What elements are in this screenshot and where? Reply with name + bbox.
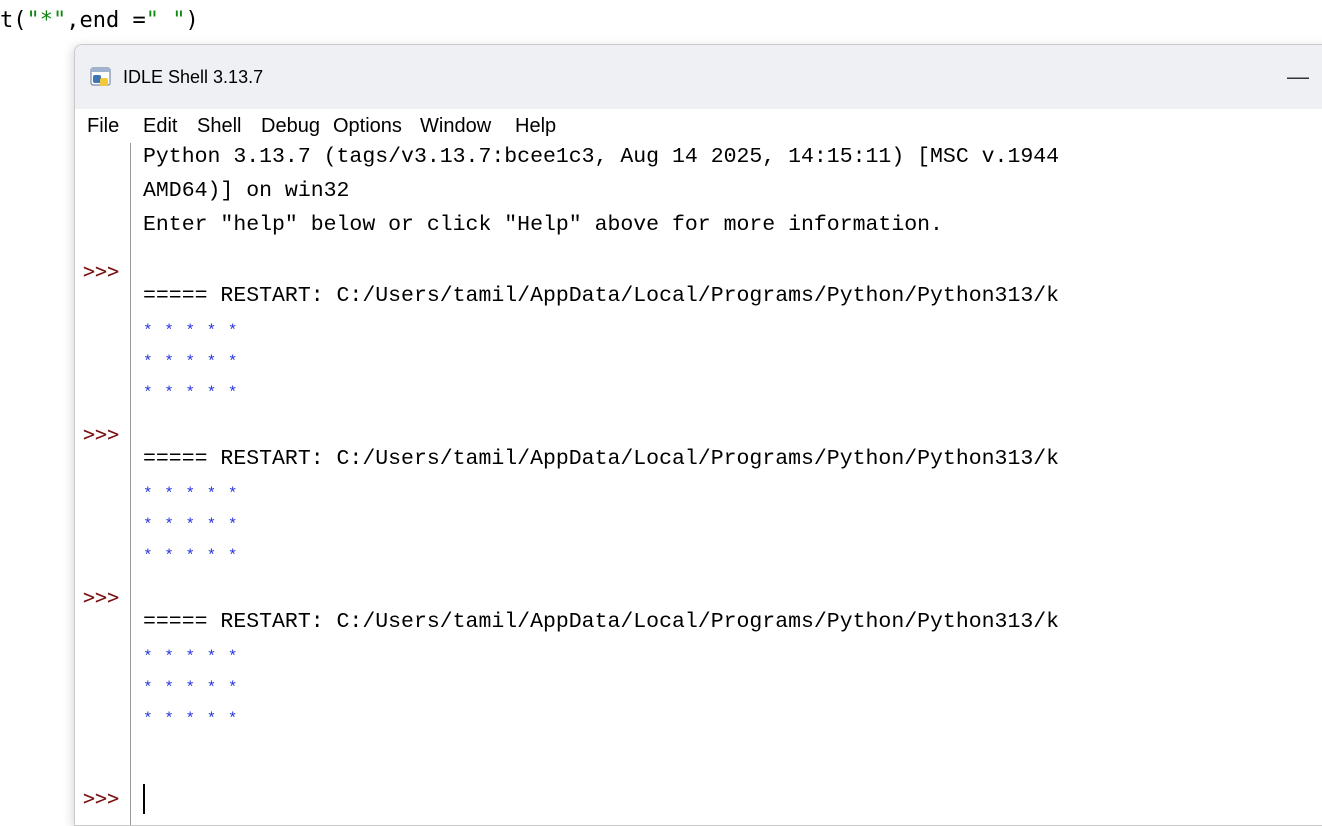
output-line: * * * * * <box>143 384 239 402</box>
restart-line: ===== RESTART: C:/Users/tamil/AppData/Lo… <box>143 610 1060 634</box>
output-line: * * * * * <box>143 322 239 340</box>
banner-line: AMD64)] on win32 <box>143 179 350 203</box>
menu-debug[interactable]: Debug <box>261 115 320 138</box>
output-line: * * * * * <box>143 353 239 371</box>
title-bar[interactable]: IDLE Shell 3.13.7 — <box>75 45 1322 109</box>
prompt-marker: >>> <box>83 422 120 446</box>
prompt-gutter: >>> >>> >>> >>> <box>75 143 131 825</box>
banner-line: Python 3.13.7 (tags/v3.13.7:bcee1c3, Aug… <box>143 145 1060 169</box>
shell-text-area[interactable]: Python 3.13.7 (tags/v3.13.7:bcee1c3, Aug… <box>131 143 1322 825</box>
restart-line: ===== RESTART: C:/Users/tamil/AppData/Lo… <box>143 447 1060 471</box>
menu-window[interactable]: Window <box>420 115 491 138</box>
python-idle-icon <box>90 67 111 86</box>
output-line: * * * * * <box>143 547 239 565</box>
window-title: IDLE Shell 3.13.7 <box>123 67 264 87</box>
output-line: * * * * * <box>143 679 239 697</box>
text-cursor <box>143 784 145 814</box>
background-code-line: t("*",end =" ") <box>0 8 199 33</box>
menu-file[interactable]: File <box>87 115 119 138</box>
menu-help[interactable]: Help <box>515 115 556 138</box>
prompt-marker: >>> <box>83 786 120 810</box>
idle-shell-window: IDLE Shell 3.13.7 — File Edit Shell Debu… <box>74 44 1322 826</box>
menu-bar: File Edit Shell Debug Options Window Hel… <box>75 109 1322 143</box>
menu-shell[interactable]: Shell <box>197 115 241 138</box>
output-line: * * * * * <box>143 648 239 666</box>
output-line: * * * * * <box>143 485 239 503</box>
output-line: * * * * * <box>143 710 239 728</box>
output-line: * * * * * <box>143 516 239 534</box>
menu-options[interactable]: Options <box>333 115 402 138</box>
prompt-marker: >>> <box>83 259 120 283</box>
menu-edit[interactable]: Edit <box>143 115 177 138</box>
minimize-button[interactable]: — <box>1275 57 1321 97</box>
banner-line: Enter "help" below or click "Help" above… <box>143 213 943 237</box>
restart-line: ===== RESTART: C:/Users/tamil/AppData/Lo… <box>143 284 1060 308</box>
prompt-marker: >>> <box>83 585 120 609</box>
